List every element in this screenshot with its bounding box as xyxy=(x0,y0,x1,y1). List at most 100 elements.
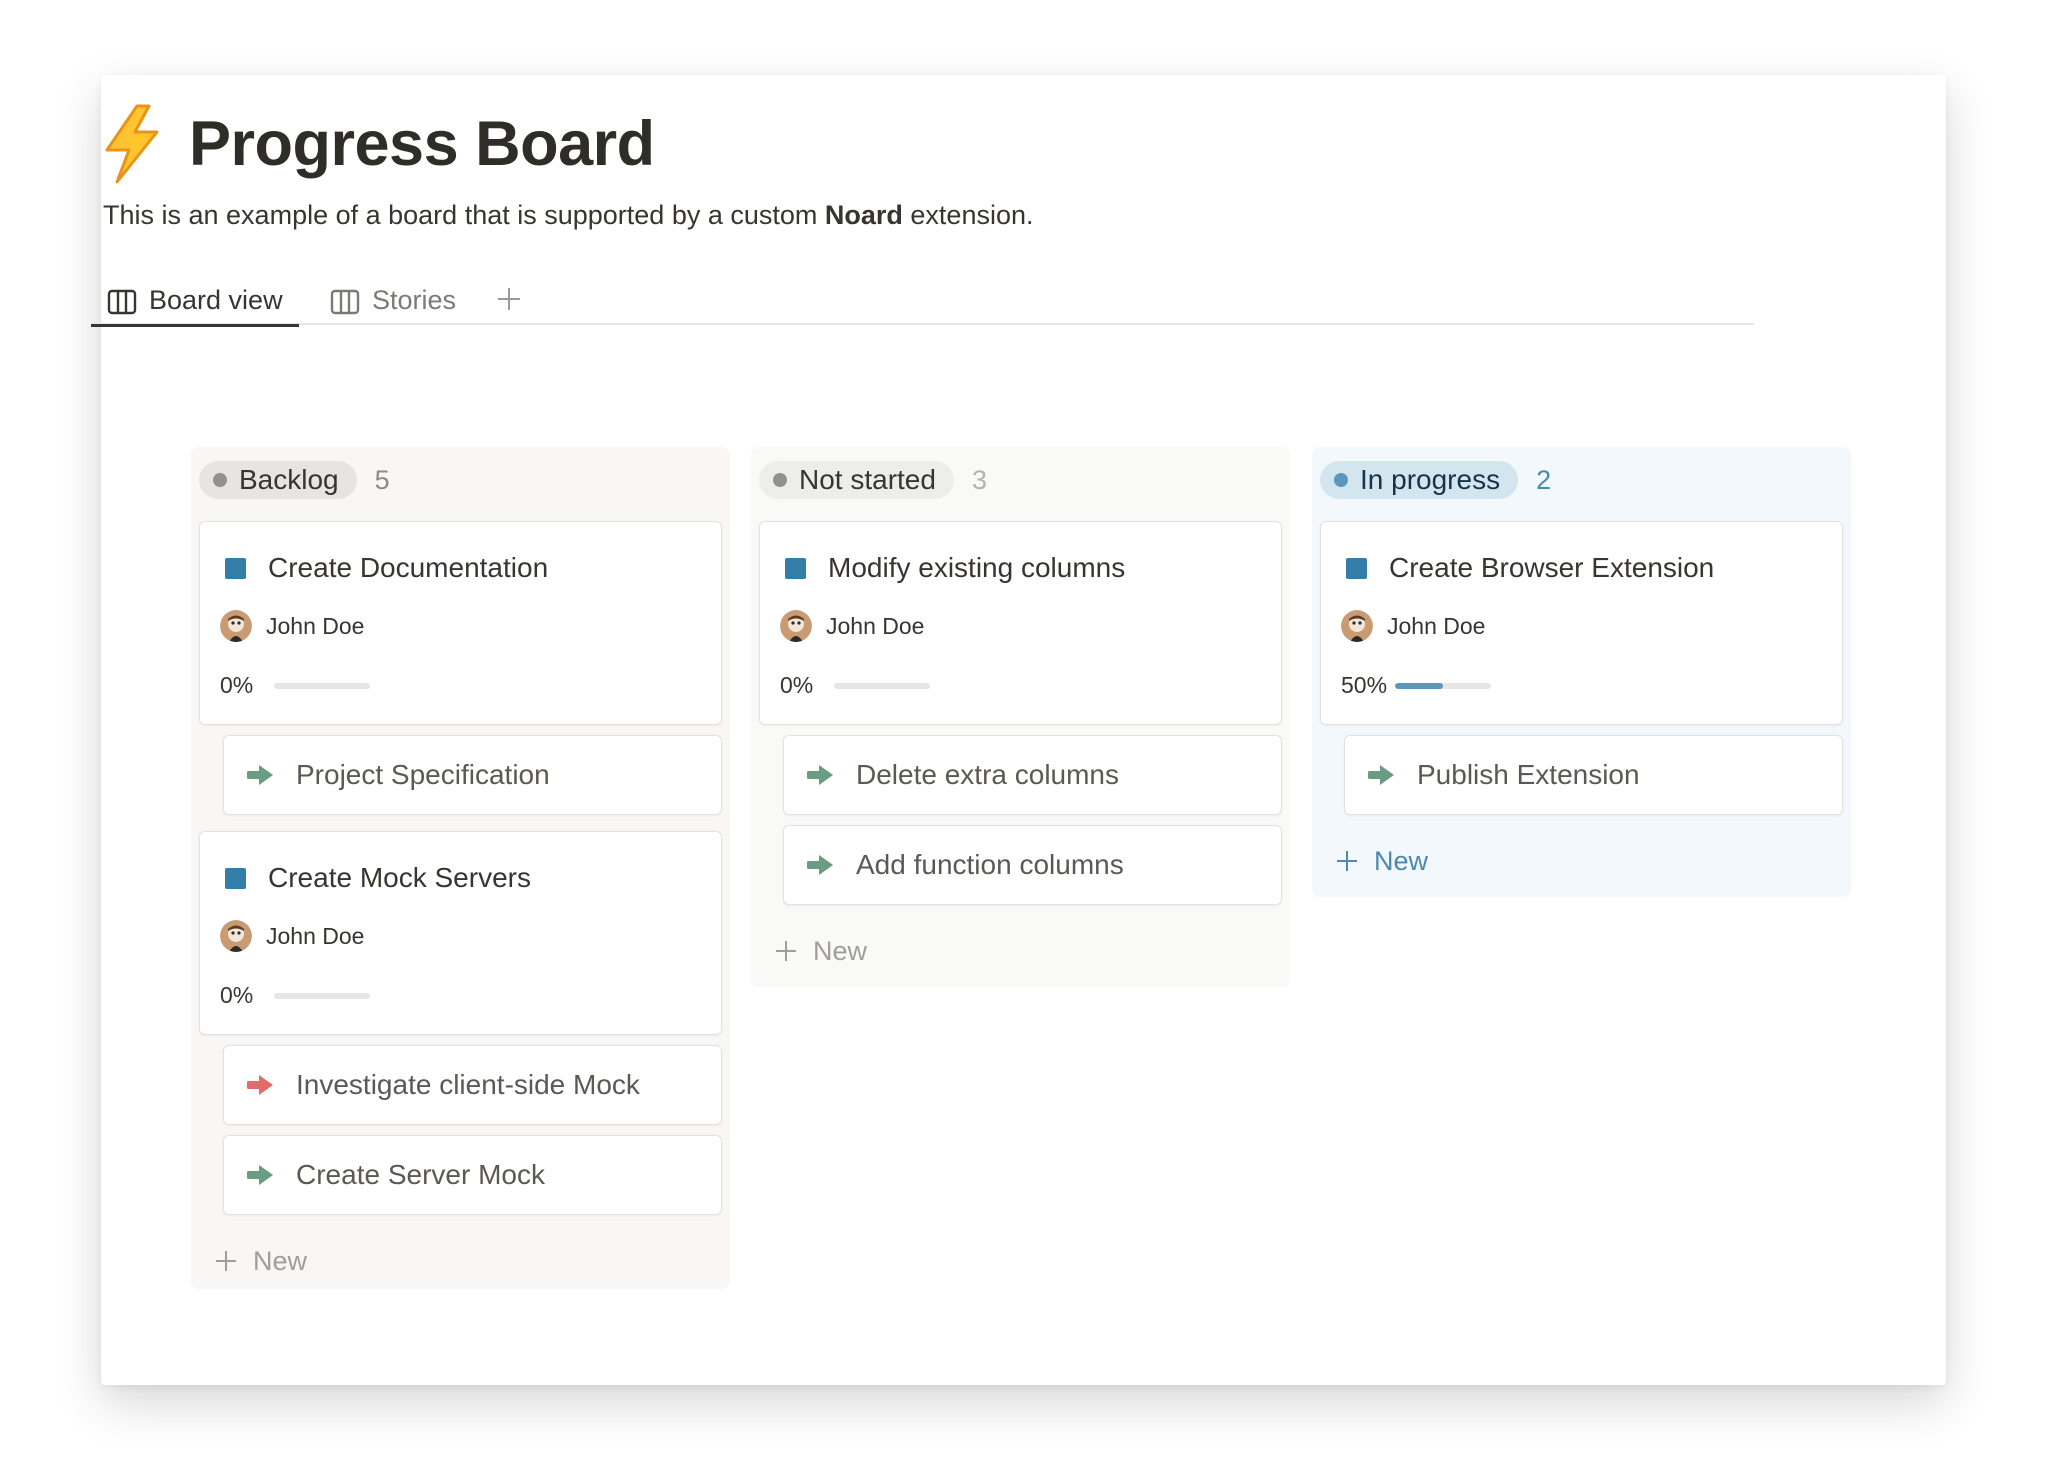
task-card[interactable]: Create Browser Extension John Doe 50% xyxy=(1320,521,1843,725)
card-title-row: Modify existing columns xyxy=(785,552,1125,584)
board-icon xyxy=(107,289,137,315)
assignee: John Doe xyxy=(780,610,924,642)
progress: 0% xyxy=(220,672,370,699)
subtask-title: Investigate client-side Mock xyxy=(296,1069,640,1100)
task-square-icon xyxy=(225,557,246,579)
task-square-icon xyxy=(225,867,246,889)
plus-icon xyxy=(776,941,796,961)
card-title-row: Create Documentation xyxy=(225,552,548,584)
new-label: New xyxy=(1374,845,1429,876)
progress-percent: 0% xyxy=(220,672,254,698)
card-title: Create Mock Servers xyxy=(268,862,531,893)
card-title: Modify existing columns xyxy=(828,552,1126,583)
progress-percent: 50% xyxy=(1341,672,1388,698)
status-dot-icon xyxy=(773,473,787,487)
status-dot-icon xyxy=(1334,473,1348,487)
plus-icon xyxy=(1337,851,1357,871)
column-count: 2 xyxy=(1536,464,1552,495)
subtask-title: Add function columns xyxy=(856,849,1124,880)
assignee: John Doe xyxy=(220,920,364,952)
lightning-bolt-icon xyxy=(105,104,159,184)
progress-bar xyxy=(834,682,930,689)
task-card[interactable]: Create Documentation John Doe 0% xyxy=(199,521,722,725)
arrow-right-icon xyxy=(1368,765,1394,785)
card-title-row: Create Browser Extension xyxy=(1346,552,1714,584)
tab-label: Board view xyxy=(149,285,283,315)
subtask-card[interactable]: Create Server Mock xyxy=(223,1135,722,1215)
avatar xyxy=(1341,610,1373,642)
new-label: New xyxy=(253,1245,308,1276)
task-square-icon xyxy=(785,557,806,579)
assignee-name: John Doe xyxy=(1387,612,1486,639)
tab-board-view[interactable]: Board view xyxy=(91,285,299,335)
card-title: Create Browser Extension xyxy=(1389,552,1715,583)
status-tag[interactable]: In progress xyxy=(1320,461,1519,499)
description-text: This is an example of a board that is su… xyxy=(103,200,825,230)
subtask-card[interactable]: Investigate client-side Mock xyxy=(223,1045,722,1125)
status-dot-icon xyxy=(213,473,227,487)
arrow-right-icon xyxy=(807,855,833,875)
column-backlog: Backlog 5 Create Documentation John Doe 0% Pr… xyxy=(191,447,730,1289)
task-card[interactable]: Create Mock Servers John Doe 0% xyxy=(199,831,722,1035)
view-tabs: Board view Stories xyxy=(91,285,1754,327)
progress-bar xyxy=(274,682,370,689)
progress-bar-fill xyxy=(1395,682,1443,689)
description-bold: Noard xyxy=(824,200,903,230)
subtask-card[interactable]: Project Specification xyxy=(223,735,722,815)
column-header: In progress 2 xyxy=(1320,455,1843,505)
new-card-button[interactable]: New xyxy=(213,1241,722,1281)
progress: 0% xyxy=(780,672,930,699)
subtask-title: Delete extra columns xyxy=(856,759,1120,790)
status-label: Not started xyxy=(799,464,936,495)
board-icon xyxy=(330,289,360,315)
column-in-progress: In progress 2 Create Browser Extension John… xyxy=(1312,447,1851,897)
status-label: In progress xyxy=(1360,464,1501,495)
progress-percent: 0% xyxy=(220,982,254,1008)
subtask-title: Publish Extension xyxy=(1417,759,1640,790)
progress: 50% xyxy=(1341,672,1491,699)
progress-percent: 0% xyxy=(780,672,814,698)
card-title: Create Documentation xyxy=(268,552,549,583)
assignee: John Doe xyxy=(220,610,364,642)
new-card-button[interactable]: New xyxy=(1334,841,1843,881)
tab-stories[interactable]: Stories xyxy=(330,285,456,335)
plus-icon[interactable] xyxy=(495,285,523,313)
tab-label: Stories xyxy=(372,285,457,315)
task-square-icon xyxy=(1346,557,1367,579)
subtask-card[interactable]: Add function columns xyxy=(783,825,1282,905)
avatar-image xyxy=(220,920,252,952)
avatar-image xyxy=(1341,610,1373,642)
column-header: Backlog 5 xyxy=(199,455,722,505)
assignee-name: John Doe xyxy=(826,612,925,639)
avatar-image xyxy=(780,610,812,642)
status-tag[interactable]: Backlog xyxy=(199,461,357,499)
assignee: John Doe xyxy=(1341,610,1485,642)
progress-bar xyxy=(1395,682,1491,689)
assignee-name: John Doe xyxy=(266,922,365,949)
avatar-image xyxy=(220,610,252,642)
new-label: New xyxy=(813,935,868,966)
description-text-end: extension. xyxy=(902,200,1034,230)
arrow-right-icon xyxy=(247,1165,273,1185)
arrow-right-icon xyxy=(807,765,833,785)
subtask-title: Create Server Mock xyxy=(296,1159,545,1190)
new-card-button[interactable]: New xyxy=(773,931,1282,971)
column-count: 3 xyxy=(971,464,987,495)
column-count: 5 xyxy=(374,464,390,495)
status-label: Backlog xyxy=(239,464,339,495)
subtask-card[interactable]: Publish Extension xyxy=(1344,735,1843,815)
arrow-right-icon xyxy=(247,1075,273,1095)
card-title-row: Create Mock Servers xyxy=(225,862,531,894)
progress: 0% xyxy=(220,982,370,1009)
status-tag[interactable]: Not started xyxy=(759,461,954,499)
page-description: This is an example of a board that is su… xyxy=(103,200,1034,231)
column-not-started: Not started 3 Modify existing columns John … xyxy=(751,447,1290,987)
column-header: Not started 3 xyxy=(759,455,1282,505)
assignee-name: John Doe xyxy=(266,612,365,639)
progress-bar xyxy=(274,992,370,999)
task-card[interactable]: Modify existing columns John Doe 0% xyxy=(759,521,1282,725)
avatar xyxy=(220,920,252,952)
subtask-card[interactable]: Delete extra columns xyxy=(783,735,1282,815)
avatar xyxy=(220,610,252,642)
page-header: Progress Board xyxy=(101,104,655,184)
